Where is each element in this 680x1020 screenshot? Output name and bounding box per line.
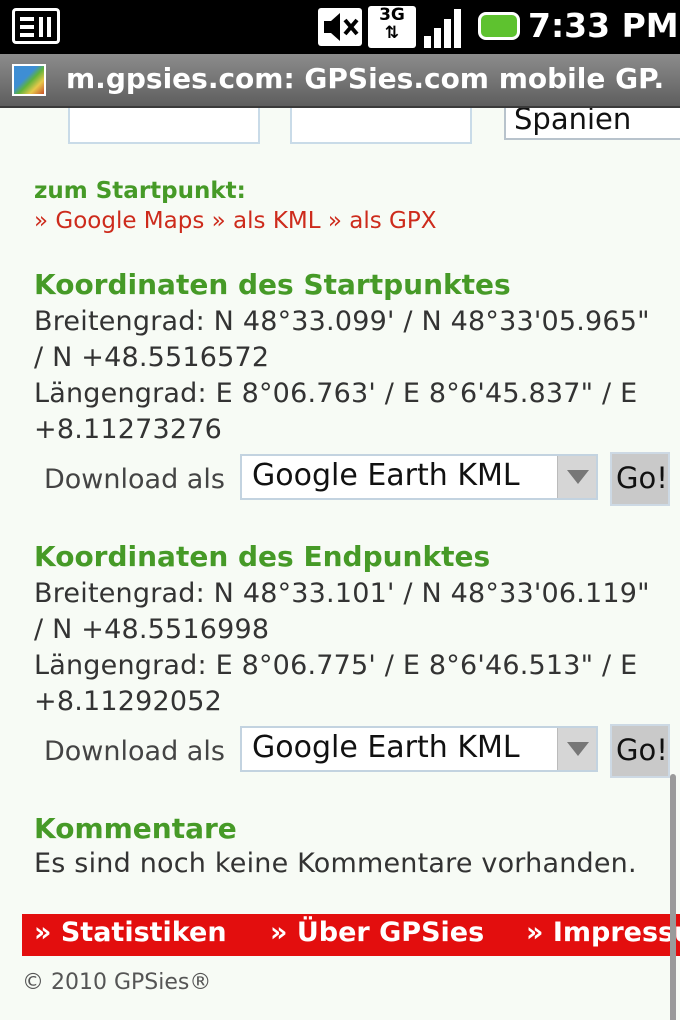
page-title: m.gpsies.com: GPSies.com mobile GP... <box>66 62 666 95</box>
end-download-label: Download als <box>44 736 225 767</box>
start-latitude-decimal: / N +48.5516572 <box>34 342 270 373</box>
copyright: © 2010 GPSies® <box>22 970 212 995</box>
start-links-label: zum Startpunkt: <box>34 178 246 204</box>
notification-icon[interactable] <box>12 8 60 44</box>
start-latitude-line: Breitengrad: N 48°33.099' / N 48°33'05.9… <box>34 306 650 337</box>
start-links-row: » Google Maps » als KML » als GPX <box>34 208 437 234</box>
start-go-button[interactable]: Go! <box>610 452 670 506</box>
start-download-format-select[interactable]: Google Earth KML <box>240 454 598 500</box>
chevron-down-icon <box>557 728 596 770</box>
mute-icon <box>318 8 362 46</box>
3g-icon: 3G ⇅ <box>368 6 416 48</box>
footer-link-impressum[interactable]: » Impressum <box>526 917 680 948</box>
start-download-label: Download als <box>44 464 225 495</box>
gpx-link[interactable]: als GPX <box>349 208 436 234</box>
end-download-format-select[interactable]: Google Earth KML <box>240 726 598 772</box>
browser-title-bar[interactable]: m.gpsies.com: GPSies.com mobile GP... <box>0 54 680 108</box>
link-marker: » <box>327 208 342 234</box>
footer-nav: » Statistiken » Über GPSies » Impressum <box>22 914 680 956</box>
site-favicon-icon <box>12 64 46 96</box>
kml-link[interactable]: als KML <box>233 208 321 234</box>
comments-text: Es sind noch keine Kommentare vorhanden. <box>34 848 637 879</box>
end-latitude-line: Breitengrad: N 48°33.101' / N 48°33'06.1… <box>34 578 650 609</box>
end-coordinates-heading: Koordinaten des Endpunktes <box>34 540 491 573</box>
end-longitude-line: Längengrad: E 8°06.775' / E 8°6'46.513" … <box>34 650 638 681</box>
signal-icon <box>424 9 461 48</box>
comments-heading: Kommentare <box>34 812 237 845</box>
network-type-label: 3G <box>379 5 405 25</box>
page-content: Spanien zum Startpunkt: » Google Maps » … <box>0 108 680 1020</box>
start-longitude-decimal: +8.11273276 <box>34 414 223 445</box>
footer-link-statistiken[interactable]: » Statistiken <box>34 917 227 948</box>
scrollbar[interactable] <box>670 774 676 1020</box>
battery-icon <box>478 12 520 40</box>
country-select[interactable]: Spanien <box>504 108 680 140</box>
end-go-button[interactable]: Go! <box>610 724 670 778</box>
text-input-2[interactable] <box>290 108 472 144</box>
link-marker: » <box>211 208 226 234</box>
chevron-down-icon <box>557 456 596 498</box>
google-maps-link[interactable]: Google Maps <box>55 208 204 234</box>
end-latitude-decimal: / N +48.5516998 <box>34 614 270 645</box>
clock: 7:33 PM <box>528 6 679 45</box>
footer-link-ueber-gpsies[interactable]: » Über GPSies <box>270 917 484 948</box>
status-bar: 3G ⇅ 7:33 PM <box>0 0 680 54</box>
end-longitude-decimal: +8.11292052 <box>34 686 223 717</box>
start-download-format-value: Google Earth KML <box>252 458 520 493</box>
start-longitude-line: Längengrad: E 8°06.763' / E 8°6'45.837" … <box>34 378 638 409</box>
text-input-1[interactable] <box>68 108 260 144</box>
link-marker: » <box>34 208 49 234</box>
start-coordinates-heading: Koordinaten des Startpunktes <box>34 268 511 301</box>
end-download-format-value: Google Earth KML <box>252 730 520 765</box>
